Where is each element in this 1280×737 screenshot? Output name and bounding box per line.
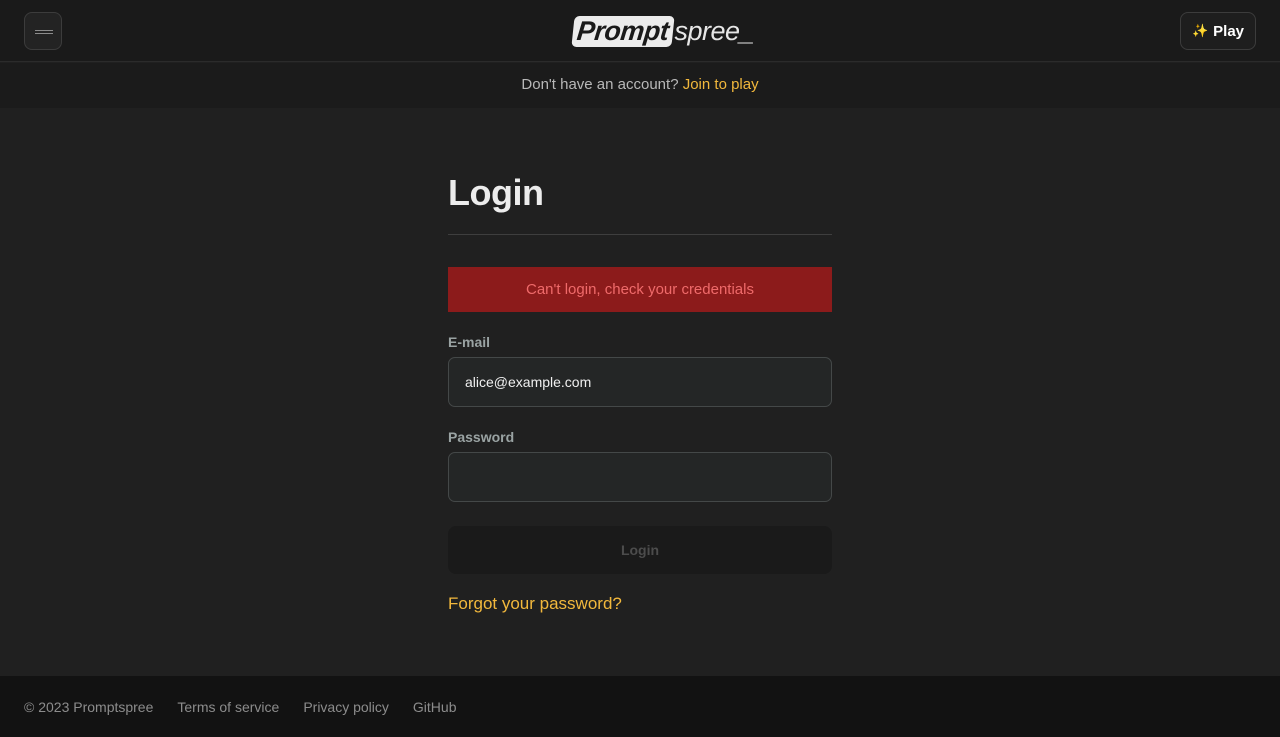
hamburger-menu-icon (35, 30, 53, 34)
logo-spree-text: spree_ (674, 15, 755, 46)
menu-button[interactable] (24, 12, 62, 50)
signup-prompt-text: Don't have an account? (521, 76, 679, 93)
terms-of-service-link[interactable]: Terms of service (177, 699, 279, 715)
password-label: Password (448, 429, 515, 445)
privacy-policy-link[interactable]: Privacy policy (303, 699, 389, 715)
title-divider (448, 234, 832, 235)
logo-prompt-text: Prompt (571, 15, 675, 47)
promptspree-logo[interactable]: Prompt spree_ (571, 15, 755, 47)
play-button-label: Play (1213, 22, 1245, 40)
error-alert: Can't login, check your credentials (448, 267, 832, 312)
forgot-password-link[interactable]: Forgot your password? (448, 594, 622, 614)
login-button[interactable]: Login (448, 526, 832, 574)
play-button[interactable]: ✨ Play (1180, 12, 1256, 50)
sparkles-icon: ✨ (1191, 23, 1209, 38)
password-field[interactable] (448, 452, 832, 502)
copyright-text: © 2023 Promptspree (24, 698, 154, 715)
join-to-play-link[interactable]: Join to play (683, 76, 759, 93)
signup-prompt-bar: Don't have an account? Join to play (0, 63, 1280, 108)
top-navigation-bar: Prompt spree_ ✨ Play (0, 0, 1280, 62)
page-title: Login (448, 172, 544, 213)
footer: © 2023 Promptspree Terms of service Priv… (0, 676, 1280, 737)
email-field[interactable] (448, 357, 832, 407)
email-label: E-mail (448, 334, 491, 350)
github-link[interactable]: GitHub (413, 699, 457, 715)
